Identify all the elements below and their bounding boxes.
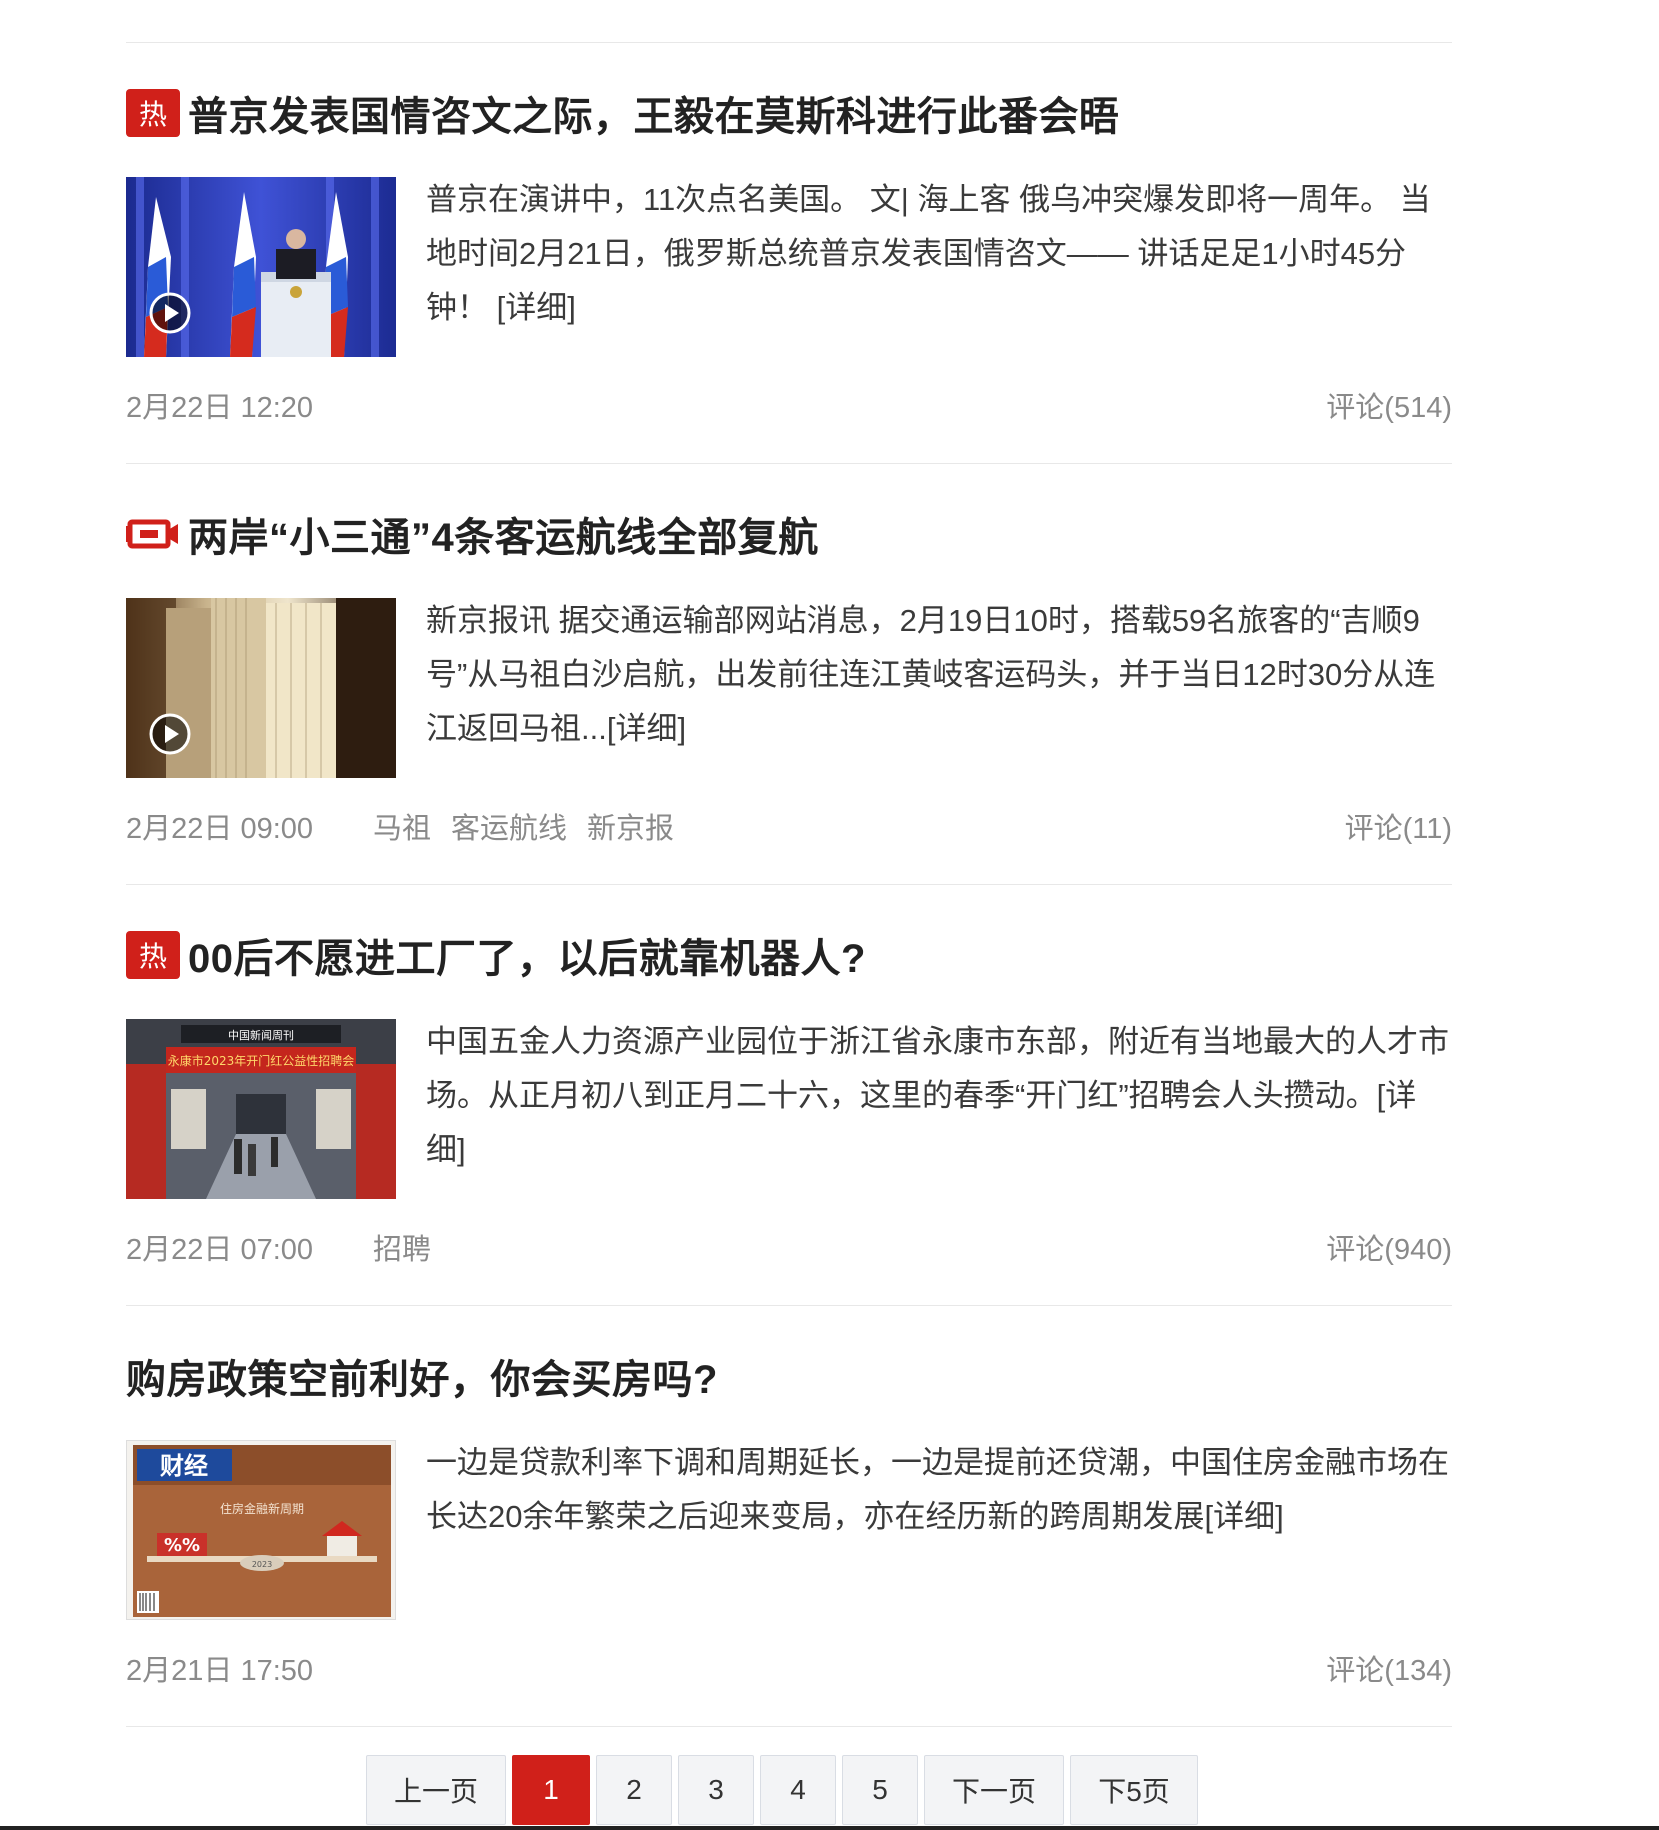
article-title[interactable]: 00后不愿进工厂了，以后就靠机器人? [188, 926, 866, 984]
article-summary[interactable]: 普京在演讲中，11次点名美国。 文| 海上客 俄乌冲突爆发即将一周年。 当地时间… [426, 173, 1452, 335]
pagination: 上一页 1 2 3 4 5 下一页 下5页 [366, 1755, 1198, 1825]
article-summary[interactable]: 中国五金人力资源产业园位于浙江省永康市东部，附近有当地最大的人才市场。从正月初八… [426, 1015, 1452, 1177]
magazine-year: 2023 [252, 1560, 272, 1569]
article-tag[interactable]: 马祖 [373, 805, 431, 847]
article-item: 两岸“小三通”4条客运航线全部复航 新京报讯 据交通运输部网站消息，2月19日1… [126, 464, 1452, 885]
news-feed-page: 热 普京发表国情咨文之际，王毅在莫斯科进行此番会晤 普京在演讲中，11次点名美国… [0, 0, 1659, 1830]
magazine-percent: %% [164, 1535, 200, 1556]
article-title-row[interactable]: 热 00后不愿进工厂了，以后就靠机器人? [126, 927, 866, 983]
play-icon[interactable] [148, 291, 192, 335]
article-tag[interactable]: 新京报 [587, 805, 674, 847]
hot-badge-icon: 热 [126, 931, 180, 979]
video-camera-icon [126, 510, 180, 558]
article-item: 热 普京发表国情咨文之际，王毅在莫斯科进行此番会晤 普京在演讲中，11次点名美国… [126, 43, 1452, 464]
article-summary[interactable]: 新京报讯 据交通运输部网站消息，2月19日10时，搭载59名旅客的“吉顺9号”从… [426, 594, 1452, 756]
page-button-5[interactable]: 5 [842, 1755, 918, 1825]
article-thumbnail[interactable]: 财经 住房金融新周期 %% 2023 [126, 1440, 396, 1620]
page-button-2[interactable]: 2 [596, 1755, 672, 1825]
article-title-row[interactable]: 两岸“小三通”4条客运航线全部复航 [126, 506, 819, 562]
page-button-4[interactable]: 4 [760, 1755, 836, 1825]
article-date: 2月21日 17:50 [126, 1655, 314, 1687]
comments-link[interactable]: 评论(940) [1326, 1226, 1452, 1268]
article-title[interactable]: 购房政策空前利好，你会买房吗? [126, 1347, 718, 1405]
next-5-pages-button[interactable]: 下5页 [1070, 1755, 1198, 1825]
comments-link[interactable]: 评论(134) [1326, 1647, 1452, 1689]
comments-link[interactable]: 评论(514) [1326, 384, 1452, 426]
article-title[interactable]: 两岸“小三通”4条客运航线全部复航 [188, 505, 819, 563]
bottom-border [0, 1826, 1659, 1830]
article-meta: 2月22日 12:20 评论(514) [126, 385, 1452, 425]
article-date: 2月22日 12:20 [126, 392, 314, 424]
article-meta: 2月22日 09:00 马祖 客运航线 新京报 评论(11) [126, 806, 1452, 846]
article-tag[interactable]: 客运航线 [451, 805, 567, 847]
play-icon[interactable] [148, 712, 192, 756]
page-button-3[interactable]: 3 [678, 1755, 754, 1825]
article-date: 2月22日 09:00 [126, 813, 314, 845]
article-date: 2月22日 07:00 [126, 1234, 314, 1266]
article-summary[interactable]: 一边是贷款利率下调和周期延长，一边是提前还贷潮，中国住房金融市场在长达20余年繁… [426, 1436, 1452, 1544]
article-title-row[interactable]: 热 普京发表国情咨文之际，王毅在莫斯科进行此番会晤 [126, 85, 1120, 141]
article-meta: 2月21日 17:50 评论(134) [126, 1648, 1452, 1688]
article-thumbnail[interactable] [126, 177, 396, 357]
job-fair-image: 中国新闻周刊 永康市2023年开门红公益性招聘会 [126, 1019, 396, 1199]
page-button-1[interactable]: 1 [512, 1755, 590, 1825]
prev-page-button[interactable]: 上一页 [366, 1755, 506, 1825]
hot-badge-icon: 热 [126, 89, 180, 137]
article-thumbnail[interactable] [126, 598, 396, 778]
article-item: 购房政策空前利好，你会买房吗? 财经 住房金融新周期 %% 2023 一边是贷款… [126, 1306, 1452, 1727]
article-meta: 2月22日 07:00 招聘 评论(940) [126, 1227, 1452, 1267]
factory-banner-top: 中国新闻周刊 [228, 1028, 294, 1042]
article-item: 热 00后不愿进工厂了，以后就靠机器人? 中国新闻周刊 永康市2023年开门红公… [126, 885, 1452, 1306]
magazine-cover-image: 财经 住房金融新周期 %% 2023 [127, 1441, 395, 1619]
article-thumbnail[interactable]: 中国新闻周刊 永康市2023年开门红公益性招聘会 [126, 1019, 396, 1199]
magazine-headline: 住房金融新周期 [220, 1501, 304, 1516]
article-tag[interactable]: 招聘 [373, 1226, 431, 1268]
comments-link[interactable]: 评论(11) [1345, 805, 1452, 847]
article-title[interactable]: 普京发表国情咨文之际，王毅在莫斯科进行此番会晤 [188, 84, 1120, 142]
article-title-row[interactable]: 购房政策空前利好，你会买房吗? [126, 1348, 718, 1404]
next-page-button[interactable]: 下一页 [924, 1755, 1064, 1825]
factory-banner: 永康市2023年开门红公益性招聘会 [168, 1053, 355, 1068]
article-list: 热 普京发表国情咨文之际，王毅在莫斯科进行此番会晤 普京在演讲中，11次点名美国… [126, 42, 1452, 1727]
magazine-logo: 财经 [160, 1451, 208, 1480]
